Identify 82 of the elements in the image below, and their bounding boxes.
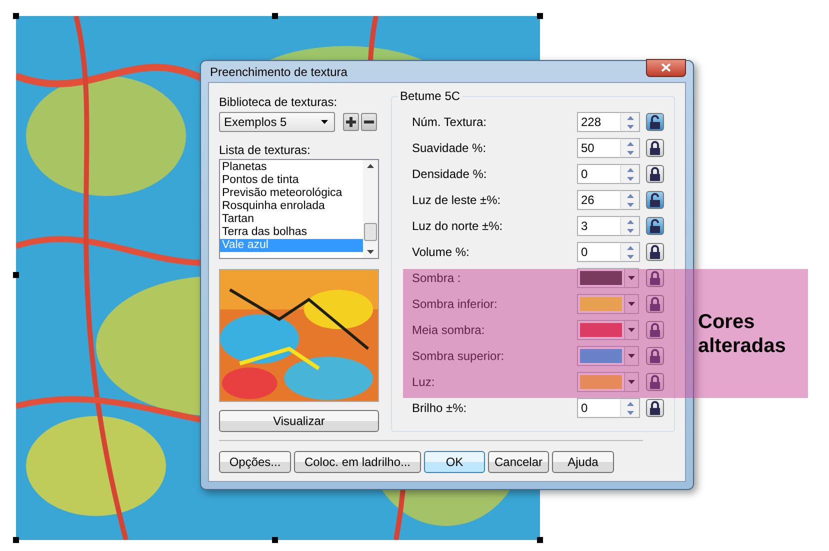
up-arrow-icon	[626, 246, 634, 250]
color-dropdown-button[interactable]	[624, 295, 638, 313]
spin-down-button[interactable]	[621, 252, 639, 261]
spin-down-button[interactable]	[621, 148, 639, 157]
spin-down-button[interactable]	[621, 408, 639, 417]
dialog-button[interactable]: Ajuda	[552, 451, 614, 473]
spin-up-button[interactable]	[621, 113, 639, 122]
unlock-button[interactable]	[646, 217, 664, 235]
selection-handle[interactable]	[537, 537, 543, 543]
selection-handle[interactable]	[13, 537, 19, 543]
lock-icon	[649, 297, 661, 311]
color-swatch[interactable]	[580, 297, 622, 311]
lock-icon	[649, 349, 661, 363]
number-field[interactable]: 3	[577, 216, 620, 236]
lock-icon	[649, 141, 661, 155]
down-arrow-icon	[626, 124, 634, 128]
lock-icon	[649, 271, 661, 285]
lock-icon	[649, 401, 661, 415]
caret-icon	[628, 276, 635, 280]
spin-down-button[interactable]	[621, 122, 639, 131]
color-dropdown-button[interactable]	[624, 373, 638, 391]
up-arrow-icon	[626, 116, 634, 120]
caret-icon	[628, 302, 635, 306]
number-field[interactable]: 228	[577, 112, 620, 132]
up-arrow-icon	[626, 402, 634, 406]
up-arrow-icon	[626, 194, 634, 198]
spin-down-button[interactable]	[621, 174, 639, 183]
lock-button[interactable]	[646, 165, 664, 183]
spin-up-button[interactable]	[621, 399, 639, 408]
lock-icon	[649, 375, 661, 389]
selection-handle[interactable]	[13, 13, 19, 19]
spin-up-button[interactable]	[621, 191, 639, 200]
selection-handle[interactable]	[537, 13, 543, 19]
color-picker[interactable]	[577, 346, 639, 366]
close-button[interactable]	[646, 58, 686, 76]
down-arrow-icon	[626, 202, 634, 206]
spin-up-button[interactable]	[621, 165, 639, 174]
annotation-text: Cores alteradas	[698, 310, 787, 358]
unlock-button[interactable]	[646, 191, 664, 209]
color-dropdown-button[interactable]	[624, 347, 638, 365]
caret-icon	[628, 328, 635, 332]
color-dropdown-button[interactable]	[624, 269, 638, 287]
lock-icon	[649, 323, 661, 337]
color-picker[interactable]	[577, 268, 639, 288]
lock-button[interactable]	[646, 139, 664, 157]
color-swatch[interactable]	[580, 271, 622, 285]
lock-icon	[649, 167, 661, 181]
open-lock-icon	[649, 193, 661, 207]
spin-up-button[interactable]	[621, 243, 639, 252]
down-arrow-icon	[626, 176, 634, 180]
caret-icon	[628, 354, 635, 358]
lock-button[interactable]	[646, 243, 664, 261]
color-swatch[interactable]	[580, 375, 622, 389]
close-icon	[661, 63, 671, 72]
unlock-button[interactable]	[646, 113, 664, 131]
caret-icon	[628, 380, 635, 384]
up-arrow-icon	[626, 142, 634, 146]
number-field[interactable]: 26	[577, 190, 620, 210]
color-dropdown-button[interactable]	[624, 321, 638, 339]
spin-up-button[interactable]	[621, 139, 639, 148]
open-lock-icon	[649, 115, 661, 129]
color-picker[interactable]	[577, 372, 639, 392]
color-picker[interactable]	[577, 320, 639, 340]
spin-up-button[interactable]	[621, 217, 639, 226]
spin-down-button[interactable]	[621, 226, 639, 235]
number-field[interactable]: 0	[577, 242, 620, 262]
down-arrow-icon	[626, 150, 634, 154]
lock-button[interactable]	[646, 399, 664, 417]
spin-down-button[interactable]	[621, 200, 639, 209]
down-arrow-icon	[626, 228, 634, 232]
color-swatch[interactable]	[580, 349, 622, 363]
up-arrow-icon	[626, 220, 634, 224]
number-field[interactable]: 50	[577, 138, 620, 158]
number-field[interactable]: 0	[577, 398, 620, 418]
color-picker[interactable]	[577, 294, 639, 314]
color-swatch[interactable]	[580, 323, 622, 337]
down-arrow-icon	[626, 410, 634, 414]
down-arrow-icon	[626, 254, 634, 258]
open-lock-icon	[649, 219, 661, 233]
lock-icon	[649, 245, 661, 259]
up-arrow-icon	[626, 168, 634, 172]
number-field[interactable]: 0	[577, 164, 620, 184]
